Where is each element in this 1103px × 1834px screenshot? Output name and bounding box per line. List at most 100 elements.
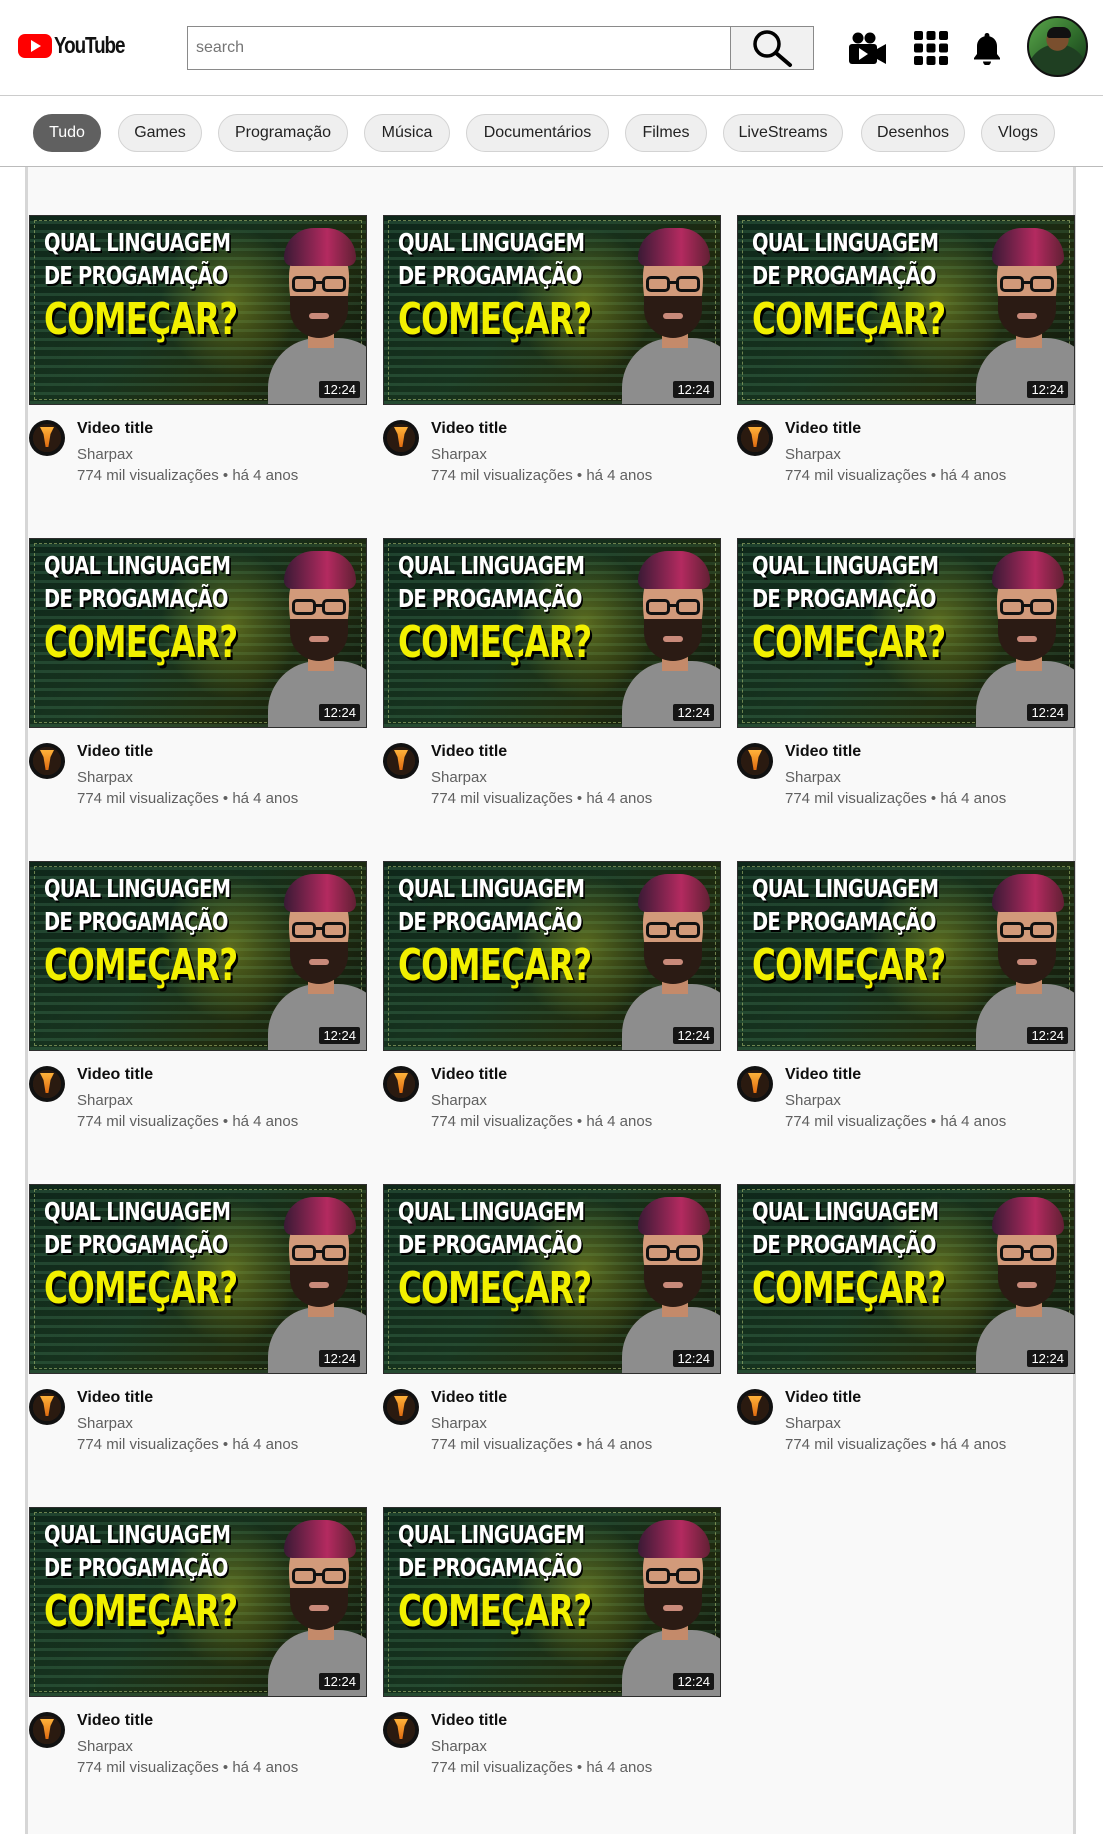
chip-filmes[interactable]: Filmes [625,114,707,152]
video-card[interactable]: QUAL LINGUAGEM DE PROGAMAÇÃO COMEÇAR? 12:24… [29,1507,367,1807]
video-title[interactable]: Video title [77,1066,153,1084]
glasses-right-lens [676,276,700,292]
video-title[interactable]: Video title [77,1712,153,1730]
video-thumbnail[interactable]: QUAL LINGUAGEM DE PROGAMAÇÃO COMEÇAR? 12:24 [383,538,721,728]
glasses-right-lens [322,1245,346,1261]
channel-name[interactable]: Sharpax [785,1415,841,1432]
video-card[interactable]: QUAL LINGUAGEM DE PROGAMAÇÃO COMEÇAR? 12:24… [383,215,721,515]
presenter-mouth [309,313,329,319]
channel-avatar[interactable] [383,743,419,779]
apps-button[interactable] [909,26,953,70]
channel-avatar[interactable] [29,743,65,779]
video-thumbnail[interactable]: QUAL LINGUAGEM DE PROGAMAÇÃO COMEÇAR? 12:24 [737,538,1075,728]
chip-tudo[interactable]: Tudo [33,114,101,152]
channel-name[interactable]: Sharpax [77,1738,133,1755]
presenter-mouth [1017,313,1037,319]
video-title[interactable]: Video title [431,1712,507,1730]
channel-name[interactable]: Sharpax [785,446,841,463]
video-thumbnail[interactable]: QUAL LINGUAGEM DE PROGAMAÇÃO COMEÇAR? 12:24 [383,861,721,1051]
chip-games[interactable]: Games [118,114,202,152]
video-title[interactable]: Video title [785,743,861,761]
channel-avatar[interactable] [737,1066,773,1102]
video-thumbnail[interactable]: QUAL LINGUAGEM DE PROGAMAÇÃO COMEÇAR? 12:24 [29,861,367,1051]
channel-name[interactable]: Sharpax [785,1092,841,1109]
video-title[interactable]: Video title [77,743,153,761]
search-input[interactable] [187,26,730,70]
glasses-left-lens [646,276,670,292]
channel-avatar[interactable] [29,1066,65,1102]
channel-name[interactable]: Sharpax [77,446,133,463]
video-title[interactable]: Video title [431,1389,507,1407]
video-thumbnail[interactable]: QUAL LINGUAGEM DE PROGAMAÇÃO COMEÇAR? 12:24 [29,215,367,405]
glasses-bridge [1023,604,1031,607]
video-thumbnail[interactable]: QUAL LINGUAGEM DE PROGAMAÇÃO COMEÇAR? 12:24 [29,1184,367,1374]
video-card[interactable]: QUAL LINGUAGEM DE PROGAMAÇÃO COMEÇAR? 12:24… [383,1184,721,1484]
video-title[interactable]: Video title [785,420,861,438]
channel-avatar[interactable] [737,743,773,779]
video-card[interactable]: QUAL LINGUAGEM DE PROGAMAÇÃO COMEÇAR? 12:24… [383,1507,721,1807]
notifications-button[interactable] [965,26,1009,70]
chip-documentarios[interactable]: Documentários [466,114,609,152]
channel-avatar[interactable] [383,1712,419,1748]
channel-avatar[interactable] [29,420,65,456]
channel-name[interactable]: Sharpax [431,446,487,463]
thumbnail-text-line1: QUAL LINGUAGEM [44,1520,231,1549]
channel-name[interactable]: Sharpax [431,1738,487,1755]
channel-avatar[interactable] [737,1389,773,1425]
channel-avatar[interactable] [383,420,419,456]
video-thumbnail[interactable]: QUAL LINGUAGEM DE PROGAMAÇÃO COMEÇAR? 12:24 [737,861,1075,1051]
channel-name[interactable]: Sharpax [431,769,487,786]
user-avatar[interactable] [1027,16,1088,77]
channel-avatar[interactable] [383,1389,419,1425]
thumbnail-text-line1: QUAL LINGUAGEM [398,1197,585,1226]
chip-desenhos[interactable]: Desenhos [861,114,965,152]
video-card[interactable]: QUAL LINGUAGEM DE PROGAMAÇÃO COMEÇAR? 12:24… [737,215,1075,515]
search-button[interactable] [730,26,814,70]
channel-avatar[interactable] [383,1066,419,1102]
thumbnail-text-line2: DE PROGAMAÇÃO [44,1553,228,1582]
thumbnail-text-line1: QUAL LINGUAGEM [44,551,231,580]
channel-name[interactable]: Sharpax [77,1415,133,1432]
video-duration: 12:24 [319,1350,360,1367]
video-thumbnail[interactable]: QUAL LINGUAGEM DE PROGAMAÇÃO COMEÇAR? 12:24 [737,1184,1075,1374]
channel-avatar[interactable] [737,420,773,456]
video-card[interactable]: QUAL LINGUAGEM DE PROGAMAÇÃO COMEÇAR? 12:24… [383,861,721,1161]
video-thumbnail[interactable]: QUAL LINGUAGEM DE PROGAMAÇÃO COMEÇAR? 12:24 [29,538,367,728]
youtube-logo[interactable]: YouTube [18,32,140,59]
channel-avatar[interactable] [29,1389,65,1425]
video-card[interactable]: QUAL LINGUAGEM DE PROGAMAÇÃO COMEÇAR? 12:24… [383,538,721,838]
channel-name[interactable]: Sharpax [431,1092,487,1109]
channel-avatar[interactable] [29,1712,65,1748]
video-card[interactable]: QUAL LINGUAGEM DE PROGAMAÇÃO COMEÇAR? 12:24… [29,1184,367,1484]
video-thumbnail[interactable]: QUAL LINGUAGEM DE PROGAMAÇÃO COMEÇAR? 12:24 [383,215,721,405]
video-card[interactable]: QUAL LINGUAGEM DE PROGAMAÇÃO COMEÇAR? 12:24… [29,861,367,1161]
video-thumbnail[interactable]: QUAL LINGUAGEM DE PROGAMAÇÃO COMEÇAR? 12:24 [737,215,1075,405]
video-thumbnail[interactable]: QUAL LINGUAGEM DE PROGAMAÇÃO COMEÇAR? 12:24 [29,1507,367,1697]
channel-name[interactable]: Sharpax [77,1092,133,1109]
video-title[interactable]: Video title [77,1389,153,1407]
video-title[interactable]: Video title [431,420,507,438]
channel-name[interactable]: Sharpax [431,1415,487,1432]
video-card[interactable]: QUAL LINGUAGEM DE PROGAMAÇÃO COMEÇAR? 12:24… [29,215,367,515]
video-card[interactable]: QUAL LINGUAGEM DE PROGAMAÇÃO COMEÇAR? 12:24… [737,1184,1075,1484]
video-thumbnail[interactable]: QUAL LINGUAGEM DE PROGAMAÇÃO COMEÇAR? 12:24 [383,1507,721,1697]
channel-name[interactable]: Sharpax [77,769,133,786]
chip-programacao[interactable]: Programação [218,114,348,152]
video-title[interactable]: Video title [431,743,507,761]
chip-livestreams[interactable]: LiveStreams [723,114,843,152]
thumbnail-text-line1: QUAL LINGUAGEM [398,551,585,580]
glasses-bridge [1023,927,1031,930]
video-title[interactable]: Video title [77,420,153,438]
video-thumbnail[interactable]: QUAL LINGUAGEM DE PROGAMAÇÃO COMEÇAR? 12:24 [383,1184,721,1374]
video-title[interactable]: Video title [431,1066,507,1084]
video-card[interactable]: QUAL LINGUAGEM DE PROGAMAÇÃO COMEÇAR? 12:24… [737,861,1075,1161]
video-card[interactable]: QUAL LINGUAGEM DE PROGAMAÇÃO COMEÇAR? 12:24… [737,538,1075,838]
chip-vlogs[interactable]: Vlogs [981,114,1055,152]
create-video-button[interactable] [845,26,889,70]
video-title[interactable]: Video title [785,1066,861,1084]
video-title[interactable]: Video title [785,1389,861,1407]
chip-musica[interactable]: Música [364,114,450,152]
channel-name[interactable]: Sharpax [785,769,841,786]
presenter-mouth [663,959,683,965]
video-card[interactable]: QUAL LINGUAGEM DE PROGAMAÇÃO COMEÇAR? 12:24… [29,538,367,838]
